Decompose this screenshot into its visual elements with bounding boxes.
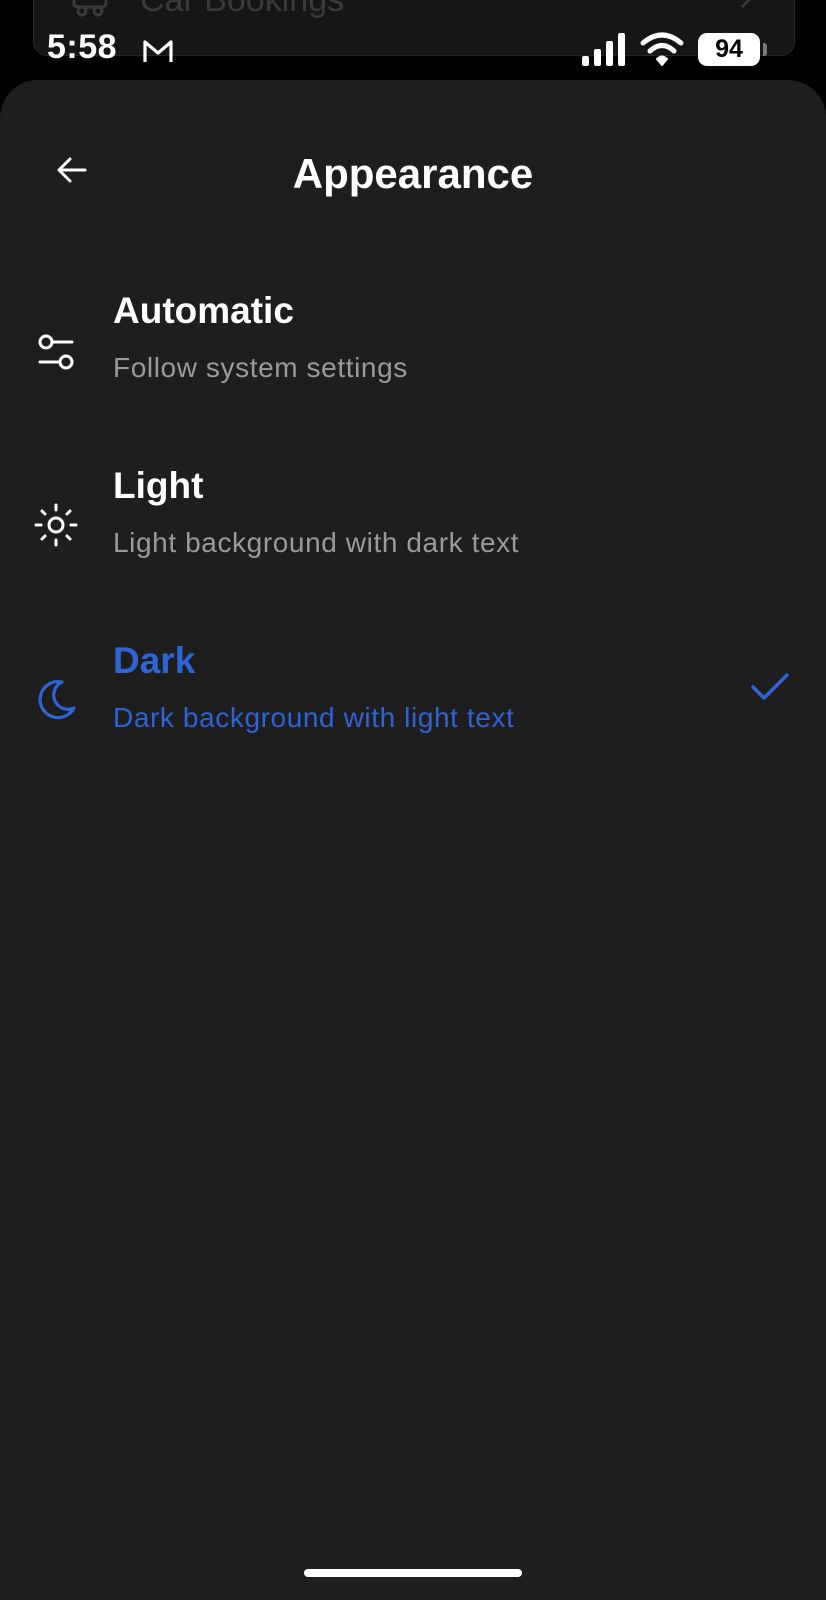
gmail-icon	[143, 40, 173, 62]
page-title: Appearance	[292, 150, 534, 197]
checkmark-icon	[751, 673, 789, 700]
screen: Car Bookings 5:58 94 Appearance Automati…	[0, 0, 826, 1600]
option-label: Dark	[113, 640, 196, 681]
moon-icon	[38, 679, 76, 720]
sliders-toggle-icon	[38, 334, 74, 370]
option-automatic[interactable]: Automatic Follow system settings	[0, 290, 826, 440]
battery-level: 94	[715, 35, 743, 63]
option-dark[interactable]: Dark Dark background with light text	[0, 640, 826, 790]
battery-tip	[763, 43, 767, 56]
option-description: Dark background with light text	[113, 702, 515, 733]
option-label: Automatic	[113, 290, 294, 331]
battery-indicator: 94	[698, 33, 760, 66]
status-time: 5:58	[47, 28, 118, 66]
appearance-sheet: Appearance Automatic Follow system setti…	[0, 80, 826, 1600]
option-description: Light background with dark text	[113, 527, 520, 558]
option-label: Light	[113, 465, 204, 506]
cellular-signal-icon	[582, 33, 625, 66]
option-light[interactable]: Light Light background with dark text	[0, 465, 826, 615]
home-indicator[interactable]	[304, 1569, 522, 1577]
status-bar: 5:58 94	[0, 0, 826, 80]
option-description: Follow system settings	[113, 352, 408, 383]
wifi-icon	[640, 32, 684, 66]
sun-icon	[34, 503, 78, 547]
